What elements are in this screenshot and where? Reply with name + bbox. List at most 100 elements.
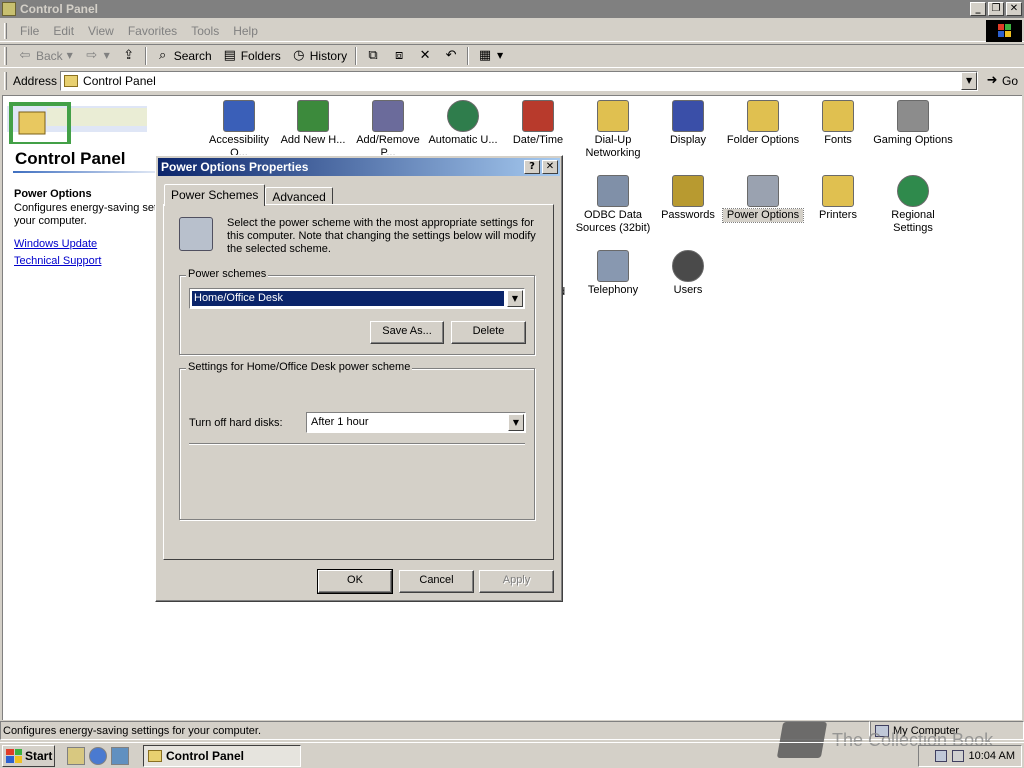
cpl-item-label: Telephony [587, 284, 639, 296]
network-tray-icon[interactable] [934, 750, 947, 762]
address-grip[interactable] [4, 71, 7, 90]
selected-item-name: Power Options [14, 188, 92, 200]
power-schemes-label: Power schemes [186, 268, 269, 280]
delete-button[interactable]: ✕ [412, 45, 438, 67]
technical-support-link[interactable]: Technical Support [14, 255, 101, 267]
cpl-item-odbc[interactable]: ODBC Data Sources (32bit) [573, 175, 653, 235]
globe-icon [897, 175, 929, 207]
cpl-item-gaming-options[interactable]: Gaming Options [873, 100, 953, 147]
windows-logo-icon [986, 20, 1022, 42]
address-dropdown-button[interactable]: ▼ [961, 71, 978, 90]
go-label: Go [1002, 73, 1019, 88]
tab-advanced[interactable]: Advanced [265, 187, 333, 205]
cpl-item-label: Automatic U... [428, 134, 498, 146]
history-button[interactable]: ◷ History [286, 45, 352, 67]
selected-item-description: Configures energy-saving set your comput… [14, 202, 158, 227]
help-button[interactable]: ? [524, 160, 540, 174]
cpl-item-dial-up-networking[interactable]: Dial-Up Networking [573, 100, 653, 160]
minimize-button[interactable]: _ [970, 2, 986, 16]
power-scheme-select[interactable]: Home/Office Desk ▼ [189, 288, 525, 309]
hard-disks-label: Turn off hard disks: [189, 417, 283, 429]
dialog-tabs: Power Schemes Advanced [164, 184, 333, 206]
window-titlebar[interactable]: Control Panel _ ❐ ✕ [0, 0, 1024, 18]
dialog-title: Power Options Properties [161, 160, 309, 174]
taskbar-button-control-panel[interactable]: Control Panel [143, 744, 301, 767]
copy-to-icon: ⧈ [394, 48, 404, 63]
ok-button[interactable]: OK [317, 569, 393, 594]
menu-file[interactable]: File [13, 24, 46, 38]
dialog-close-button[interactable]: ✕ [542, 160, 558, 174]
back-label: Back [36, 49, 63, 63]
forward-button[interactable]: ⇨ ▼ [79, 45, 116, 67]
up-folder-button[interactable]: ⇪ [116, 45, 142, 67]
cpl-item-printers[interactable]: Printers [798, 175, 878, 222]
page-title: Control Panel [15, 149, 126, 168]
menu-view[interactable]: View [81, 24, 121, 38]
cpl-item-accessibility[interactable]: Accessibility O... [199, 100, 279, 160]
cpl-item-add-remove-programs[interactable]: Add/Remove P... [348, 100, 428, 160]
globe-icon [447, 100, 479, 132]
search-button[interactable]: ⌕ Search [150, 45, 217, 67]
cpl-item-fonts[interactable]: Fonts [798, 100, 878, 147]
show-desktop-icon[interactable] [67, 746, 85, 765]
cpl-item-automatic-updates[interactable]: Automatic U... [423, 100, 503, 147]
cancel-button[interactable]: Cancel [399, 570, 474, 593]
move-to-button[interactable]: ⧉ [360, 45, 386, 67]
cpl-item-telephony[interactable]: Telephony [573, 250, 653, 297]
hard-disks-dropdown-button[interactable]: ▼ [508, 414, 524, 431]
system-tray: 10:04 AM [918, 745, 1022, 767]
cpl-item-label: Regional Settings [891, 209, 935, 234]
tab-panel-power-schemes: Select the power scheme with the most ap… [163, 204, 554, 560]
scheme-settings-group: Settings for Home/Office Desk power sche… [179, 361, 535, 520]
power-scheme-dropdown-button[interactable]: ▼ [507, 290, 523, 307]
cpl-item-users[interactable]: Users [648, 250, 728, 297]
windows-update-link[interactable]: Windows Update [14, 238, 97, 250]
cpl-item-power-options[interactable]: Power Options [722, 175, 804, 223]
control-panel-banner-icon [7, 102, 147, 144]
start-button[interactable]: Start [2, 744, 55, 767]
menu-grip[interactable] [4, 22, 7, 39]
cpl-item-add-new-hardware[interactable]: Add New H... [273, 100, 353, 147]
address-input[interactable]: Control Panel ▼ [60, 70, 979, 91]
menu-favorites[interactable]: Favorites [121, 24, 184, 38]
menu-edit[interactable]: Edit [46, 24, 81, 38]
address-value: Control Panel [83, 73, 156, 88]
cpl-item-date-time[interactable]: Date/Time [498, 100, 578, 147]
cpl-item-regional-settings[interactable]: Regional Settings [873, 175, 953, 235]
internet-explorer-icon[interactable] [89, 746, 107, 765]
go-button[interactable]: ➜ Go [984, 73, 1018, 89]
close-button[interactable]: ✕ [1006, 2, 1022, 16]
undo-button[interactable]: ↶ [438, 45, 464, 67]
save-as-button[interactable]: Save As... [370, 321, 444, 344]
telephone-icon [597, 250, 629, 282]
dialog-titlebar[interactable]: Power Options Properties ? ✕ [158, 158, 560, 176]
hard-disks-select[interactable]: After 1 hour ▼ [306, 412, 526, 433]
control-panel-icon [64, 74, 79, 87]
cpl-item-folder-options[interactable]: Folder Options [723, 100, 803, 147]
outlook-express-icon[interactable] [111, 746, 129, 765]
back-button[interactable]: ⇦ Back ▼ [12, 45, 79, 67]
menu-bar: File Edit View Favorites Tools Help [0, 20, 1024, 42]
control-panel-icon [148, 749, 162, 762]
delete-button[interactable]: Delete [451, 321, 526, 344]
windows-flag-icon [6, 748, 22, 763]
apply-button[interactable]: Apply [479, 570, 554, 593]
views-icon: ▦ [478, 48, 492, 63]
cpl-item-display[interactable]: Display [648, 100, 728, 147]
database-icon [597, 175, 629, 207]
clock[interactable]: 10:04 AM [969, 750, 1015, 762]
menu-help[interactable]: Help [226, 24, 265, 38]
menu-tools[interactable]: Tools [184, 24, 226, 38]
cpl-item-passwords[interactable]: Passwords [648, 175, 728, 222]
folders-button[interactable]: ▤ Folders [217, 45, 286, 67]
toolbar-grip[interactable] [4, 47, 7, 65]
quick-launch [67, 746, 129, 765]
volume-icon[interactable] [951, 750, 964, 762]
folders-icon: ▤ [223, 48, 236, 63]
copy-to-button[interactable]: ⧈ [386, 45, 412, 67]
tab-power-schemes[interactable]: Power Schemes [164, 184, 266, 206]
scheme-settings-label: Settings for Home/Office Desk power sche… [186, 361, 413, 373]
restore-button[interactable]: ❐ [988, 2, 1004, 16]
views-button[interactable]: ▦ ▼ [472, 45, 509, 67]
keys-icon [672, 175, 704, 207]
